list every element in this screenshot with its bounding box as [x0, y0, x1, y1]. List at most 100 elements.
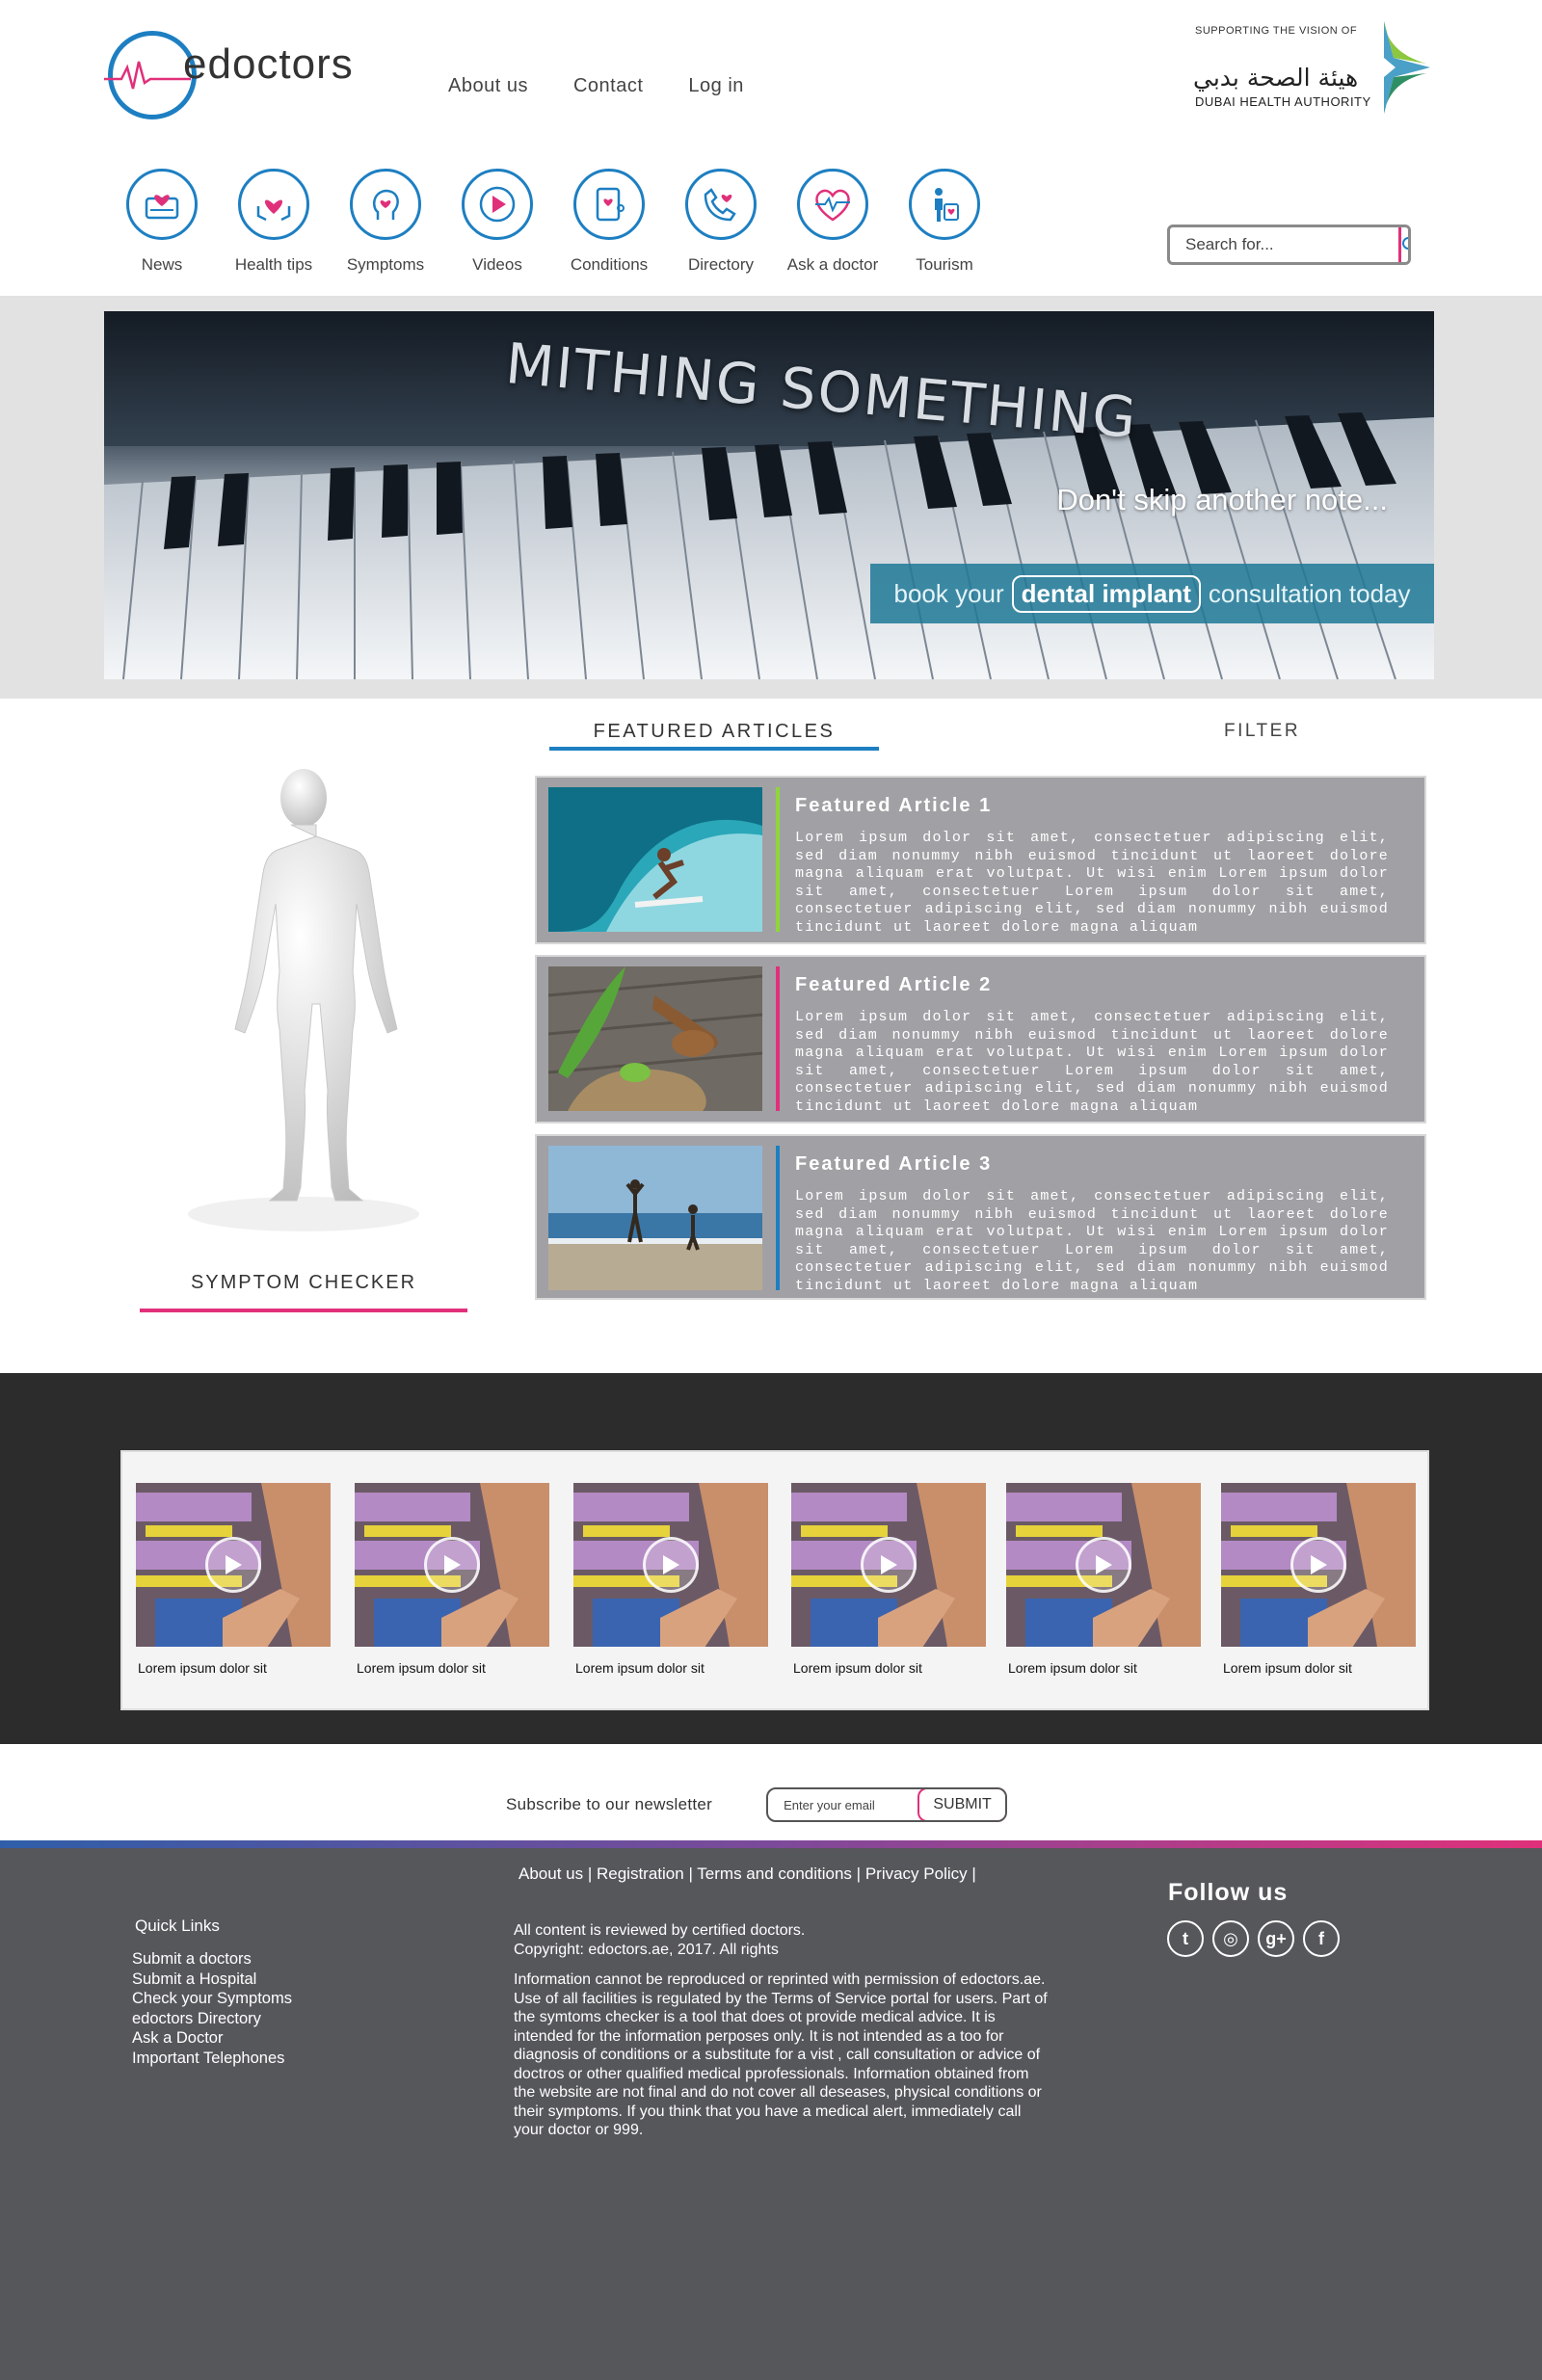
quick-link[interactable]: Important Telephones	[132, 2049, 292, 2069]
pulse-icon	[104, 61, 191, 90]
category-label: Ask a doctor	[786, 255, 879, 274]
category-health-tips[interactable]: Health tips	[218, 169, 330, 275]
article-excerpt: Lorem ipsum dolor sit amet, consectetuer…	[795, 1188, 1389, 1294]
video-item[interactable]: Lorem ipsum dolor sit	[1006, 1483, 1201, 1676]
category-label: Directory	[687, 255, 754, 274]
video-carousel: Lorem ipsum dolor sit Lorem ipsum dolor …	[120, 1450, 1429, 1710]
hero-cta-post: consultation today	[1208, 578, 1411, 608]
category-label: Videos	[472, 255, 522, 274]
hero-cta-highlight: dental implant	[1011, 574, 1201, 613]
search-input[interactable]	[1170, 227, 1398, 262]
quick-link[interactable]: edoctors Directory	[132, 2009, 292, 2029]
search-button[interactable]	[1398, 227, 1408, 262]
article-card[interactable]: Featured Article 1 Lorem ipsum dolor sit…	[535, 776, 1426, 944]
footer-link-privacy[interactable]: Privacy Policy	[865, 1864, 968, 1883]
article-title: Featured Article 1	[795, 795, 993, 816]
category-label: Tourism	[916, 255, 973, 274]
category-directory[interactable]: Directory	[665, 169, 777, 275]
play-icon	[205, 1537, 261, 1593]
article-image-surfer	[548, 787, 762, 932]
category-news[interactable]: News	[106, 169, 218, 275]
video-item[interactable]: Lorem ipsum dolor sit	[136, 1483, 331, 1676]
video-thumbnail	[1006, 1483, 1201, 1647]
hero-banner[interactable]: MITHING SOMETHING Don't skip another not…	[104, 311, 1434, 679]
newsletter-email-input[interactable]	[768, 1789, 918, 1820]
quick-links-title: Quick Links	[135, 1917, 220, 1935]
footer-separator: |	[587, 1864, 593, 1883]
google-plus-icon[interactable]: g+	[1258, 1920, 1294, 1957]
tab-featured-articles[interactable]: FEATURED ARTICLES	[549, 718, 879, 751]
category-conditions[interactable]: Conditions	[553, 169, 665, 275]
footer-link-registration[interactable]: Registration	[597, 1864, 684, 1883]
newsletter-form: SUBMIT	[766, 1787, 1008, 1822]
article-excerpt: Lorem ipsum dolor sit amet, consectetuer…	[795, 1009, 1389, 1115]
newsletter-label: Subscribe to our newsletter	[506, 1795, 713, 1813]
video-thumbnail	[573, 1483, 768, 1647]
video-caption: Lorem ipsum dolor sit	[138, 1660, 267, 1676]
article-image-beach-family	[548, 1146, 762, 1290]
nav-log-in[interactable]: Log in	[688, 75, 744, 97]
article-card[interactable]: Featured Article 2 Lorem ipsum dolor sit…	[535, 955, 1426, 1124]
search-icon	[1402, 237, 1408, 250]
footer-copyright: All content is reviewed by certified doc…	[514, 1922, 806, 1958]
footer-separator: |	[856, 1864, 862, 1883]
article-card[interactable]: Featured Article 3 Lorem ipsum dolor sit…	[535, 1134, 1426, 1300]
quick-link[interactable]: Ask a Doctor	[132, 2028, 292, 2049]
nav-about-us[interactable]: About us	[448, 75, 528, 97]
quick-link[interactable]: Check your Symptoms	[132, 1989, 292, 2009]
footer-legal-text: Information cannot be reproduced or repr…	[514, 1971, 1048, 2138]
video-item[interactable]: Lorem ipsum dolor sit	[573, 1483, 768, 1676]
footer-separator: |	[971, 1864, 976, 1883]
conditions-icon	[573, 169, 645, 240]
site-header: edoctors About us Contact Log in SUPPORT…	[0, 0, 1542, 294]
article-accent-bar	[776, 787, 780, 932]
edoctors-logo[interactable]: edoctors	[104, 31, 353, 119]
video-thumbnail	[136, 1483, 331, 1647]
heartbeat-icon	[797, 169, 868, 240]
video-thumbnail	[355, 1483, 549, 1647]
category-tourism[interactable]: Tourism	[889, 169, 1000, 275]
quick-link[interactable]: Submit a Hospital	[132, 1970, 292, 1990]
top-nav: About us Contact Log in	[448, 75, 744, 97]
category-videos[interactable]: Videos	[441, 169, 553, 275]
play-icon	[1290, 1537, 1346, 1593]
category-nav: News Health tips Symptoms Videos Conditi…	[106, 169, 1000, 275]
instagram-icon[interactable]: ◎	[1212, 1920, 1249, 1957]
search-bar	[1167, 225, 1411, 265]
tourism-icon	[909, 169, 980, 240]
video-thumbnail	[791, 1483, 986, 1647]
newsletter-submit-button[interactable]: SUBMIT	[917, 1789, 1006, 1820]
category-symptoms[interactable]: Symptoms	[330, 169, 441, 275]
hero-cta-pre: book your	[893, 578, 1004, 608]
dubai-health-authority-logo: SUPPORTING THE VISION OF هيئة الصحة بدبي…	[1193, 21, 1430, 118]
nav-contact[interactable]: Contact	[573, 75, 643, 97]
dha-emblem-icon	[1384, 21, 1430, 114]
filter-button[interactable]: FILTER	[1224, 721, 1300, 742]
featured-articles-list: Featured Article 1 Lorem ipsum dolor sit…	[535, 776, 1426, 1310]
play-icon	[861, 1537, 917, 1593]
category-label: Health tips	[234, 255, 313, 274]
twitter-icon[interactable]: t	[1167, 1920, 1204, 1957]
footer-link-terms[interactable]: Terms and conditions	[697, 1864, 852, 1883]
play-icon	[643, 1537, 699, 1593]
symptom-checker-button[interactable]: SYMPTOM CHECKER	[140, 1272, 467, 1312]
quick-link[interactable]: Submit a doctors	[132, 1949, 292, 1970]
hero-tagline: Don't skip another note...	[1056, 483, 1388, 516]
video-item[interactable]: Lorem ipsum dolor sit	[1221, 1483, 1416, 1676]
video-item[interactable]: Lorem ipsum dolor sit	[355, 1483, 549, 1676]
category-label: Conditions	[570, 255, 649, 274]
site-footer: About us | Registration | Terms and cond…	[0, 1848, 1542, 2380]
footer-link-about[interactable]: About us	[518, 1864, 583, 1883]
hero-cta-banner[interactable]: book your dental implant consultation to…	[870, 564, 1434, 623]
article-excerpt: Lorem ipsum dolor sit amet, consectetuer…	[795, 830, 1389, 936]
human-body-figure[interactable]	[145, 761, 463, 1243]
newsletter-signup: Subscribe to our newsletter SUBMIT	[506, 1787, 1008, 1822]
video-caption: Lorem ipsum dolor sit	[357, 1660, 486, 1676]
partner-arabic-name: هيئة الصحة بدبي	[1193, 64, 1359, 92]
quick-links-list: Submit a doctors Submit a Hospital Check…	[132, 1949, 292, 2068]
video-caption: Lorem ipsum dolor sit	[575, 1660, 705, 1676]
facebook-icon[interactable]: f	[1303, 1920, 1340, 1957]
category-ask-a-doctor[interactable]: Ask a doctor	[777, 169, 889, 275]
video-item[interactable]: Lorem ipsum dolor sit	[791, 1483, 986, 1676]
play-icon	[424, 1537, 480, 1593]
